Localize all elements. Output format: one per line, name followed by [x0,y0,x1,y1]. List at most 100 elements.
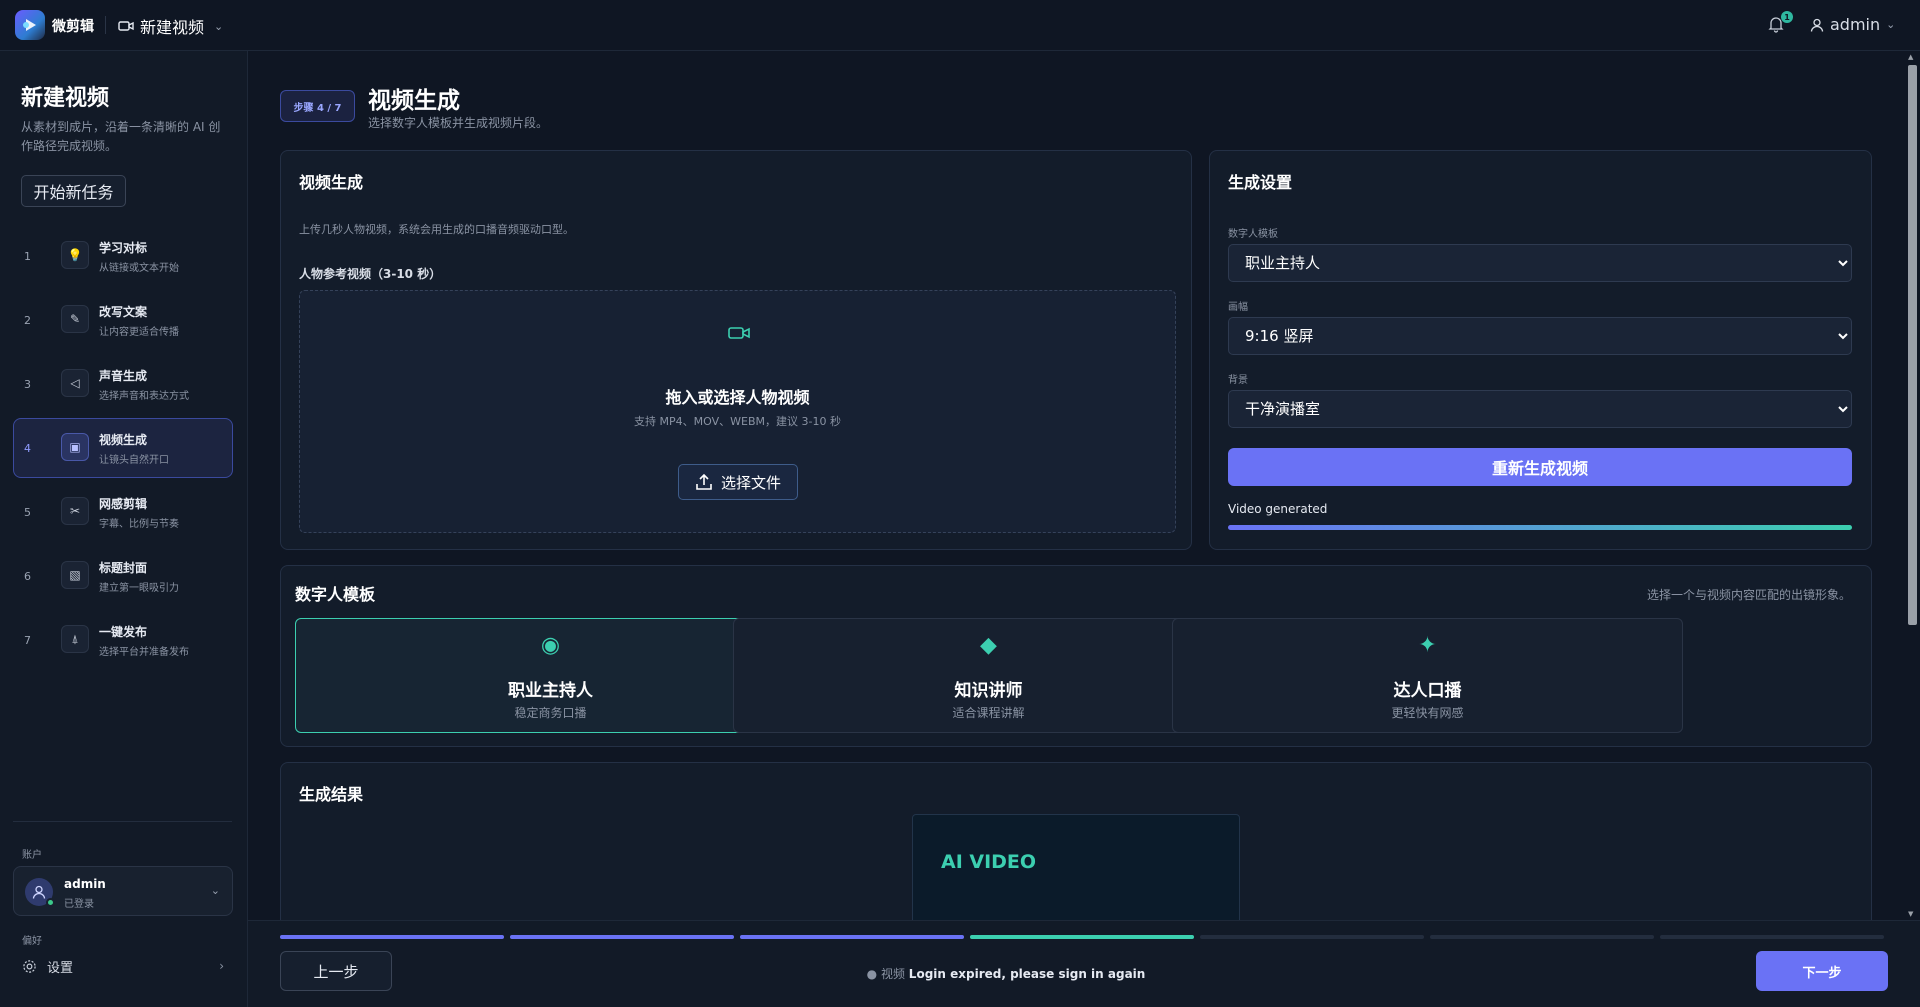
preferences-section-label: 偏好 [22,936,42,947]
settings-label: 设置 [47,960,74,976]
video-camera-icon [728,327,750,339]
template-description: 更轻快有网感 [1391,706,1464,720]
gear-icon [23,959,36,973]
user-icon [1810,18,1824,32]
main-content: 步骤 4 / 7 视频生成 选择数字人模板并生成视频片段。 视频生成 上传几秒人… [248,51,1904,920]
chevron-down-icon: ⌄ [1886,18,1896,31]
page-switcher-label: 新建视频 [140,18,205,37]
ratio-select[interactable]: 9:16 竖屏 [1228,317,1852,355]
step-number: 5 [24,506,31,519]
step-number: 1 [24,250,31,263]
background-select-label: 背景 [1228,375,1248,386]
scroll-down-icon[interactable]: ▼ [1908,910,1913,918]
step-list: 1 💡 学习对标从链接或文本开始 2 ✎ 改写文案 让内容更适合传播 3 ◁ 声音生成 选择声音和表… [13,226,233,674]
step-title: 标题封面 [99,561,148,575]
template-option[interactable]: ◆ 知识讲师 适合课程讲解 [733,618,1244,733]
step-item-2[interactable]: 2 ✎ 改写文案 让内容更适合传播 [13,290,233,350]
page-subtitle: 选择数字人模板并生成视频片段。 [368,116,549,130]
sidebar-description: 从素材到成片，沿着一条清晰的 AI 创作路径完成视频。 [21,120,221,153]
background-select[interactable]: 干净演播室 [1228,390,1852,428]
upload-card-title: 视频生成 [299,173,364,192]
user-menu[interactable]: admin ⌄ [1810,15,1895,34]
dropzone-title: 拖入或选择人物视频 [665,388,810,407]
step-title: 学习对标 [99,241,148,255]
step-chip: 步骤 4 / 7 [280,90,355,122]
progress-bar [1228,525,1852,530]
step-number: 2 [24,314,31,327]
template-description: 稳定商务口播 [514,706,587,720]
scrollbar-thumb[interactable] [1908,65,1917,625]
chevron-right-icon: › [219,959,224,973]
video-dropzone[interactable]: 拖入或选择人物视频 支持 MP4、MOV、WEBM，建议 3-10 秒 选择文件 [299,290,1176,533]
step-subtitle: 字幕、比例与节奏 [99,519,179,530]
step-subtitle: 让内容更适合传播 [99,327,179,338]
result-card-title: 生成结果 [299,785,364,804]
step-number: 6 [24,570,31,583]
step-item-6[interactable]: 6 ▧ 标题封面建立第一眼吸引力 [13,546,233,606]
progress-segment [740,935,964,939]
user-icon [32,885,46,899]
template-option[interactable]: ◉ 职业主持人 稳定商务口播 [295,618,806,733]
sparkle-icon: ✦ [1418,633,1437,658]
video-frame-icon: ▣ [61,433,89,461]
template-select[interactable]: 职业主持人 [1228,244,1852,282]
status-prefix: ● 视频 [866,967,905,981]
top-bar: 微剪辑 新建视频 ⌄ 1 admin ⌄ [0,0,1920,51]
brand-name: 微剪辑 [52,19,94,35]
footer-status: ● 视频 Login expired, please sign in again [248,965,1764,982]
sidebar-title: 新建视频 [21,86,110,111]
templates-card: 数字人模板 选择一个与视频内容匹配的出镜形象。 ◉ 职业主持人 稳定商务口播 ◆ 知识讲… [280,565,1872,747]
settings-item[interactable]: 设置 › [22,954,224,978]
cover-image-icon: ▧ [61,561,89,589]
step-subtitle: 建立第一眼吸引力 [99,583,179,594]
step-item-1[interactable]: 1 💡 学习对标从链接或文本开始 [13,226,233,286]
step-item-4[interactable]: 4 ▣ 视频生成让镜头自然开口 [13,418,233,478]
status-message: Login expired, please sign in again [908,967,1146,981]
step-item-3[interactable]: 3 ◁ 声音生成 选择声音和表达方式 [13,354,233,414]
app-logo-icon[interactable] [15,10,45,40]
next-step-button[interactable]: 下一步 [1756,951,1888,991]
progress-segment [970,935,1194,939]
step-subtitle: 选择声音和表达方式 [99,391,189,402]
template-description: 适合课程讲解 [952,706,1025,720]
progress-status: Video generated [1228,502,1328,516]
template-select-label: 数字人模板 [1228,229,1278,240]
settings-card-title: 生成设置 [1228,173,1293,192]
progress-fill [1228,525,1852,530]
notification-badge: 1 [1781,11,1793,23]
new-task-button[interactable]: 开始新任务 [21,175,126,207]
step-title: 网感剪辑 [99,497,148,511]
choose-file-button[interactable]: 选择文件 [678,464,798,500]
step-progress [280,935,1884,939]
regenerate-video-button[interactable]: 重新生成视频 [1228,448,1852,486]
lightbulb-icon: 💡 [61,241,89,269]
progress-segment [1430,935,1654,939]
step-item-5[interactable]: 5 ✂ 网感剪辑 字幕、比例与节奏 [13,482,233,542]
upload-card: 视频生成 上传几秒人物视频，系统会用生成的口播音频驱动口型。 人物参考视频（3-… [280,150,1192,550]
account-name: admin [64,877,106,891]
step-number: 7 [24,634,31,647]
step-number: 4 [24,442,31,455]
step-number: 3 [24,378,31,391]
target-icon: ◉ [540,633,561,658]
diamond-icon: ◆ [980,633,997,658]
online-status-dot [46,898,55,907]
account-section-label: 账户 [22,850,42,861]
step-title: 视频生成 [99,433,148,447]
reference-video-label: 人物参考视频（3-10 秒） [299,267,442,281]
progress-segment [1660,935,1884,939]
page-switcher[interactable]: 新建视频 ⌄ [118,14,223,38]
step-title: 一键发布 [99,625,148,639]
template-option[interactable]: ✦ 达人口播 更轻快有网感 [1172,618,1683,733]
account-status: 已登录 [64,899,94,910]
scroll-up-icon[interactable]: ▲ [1908,53,1913,61]
step-subtitle: 让镜头自然开口 [99,455,169,466]
templates-note: 选择一个与视频内容匹配的出镜形象。 [1646,588,1851,602]
account-card[interactable]: admin 已登录 ⌄ [13,866,233,916]
step-subtitle: 从链接或文本开始 [99,263,179,274]
scrollbar[interactable]: ▲ ▼ [1904,51,1920,920]
video-preview[interactable]: AI VIDEO [912,814,1240,920]
step-item-7[interactable]: 7 ⍋ 一键发布 选择平台并准备发布 [13,610,233,670]
chevron-down-icon: ⌄ [210,884,220,897]
dropzone-description: 支持 MP4、MOV、WEBM，建议 3-10 秒 [634,415,841,428]
